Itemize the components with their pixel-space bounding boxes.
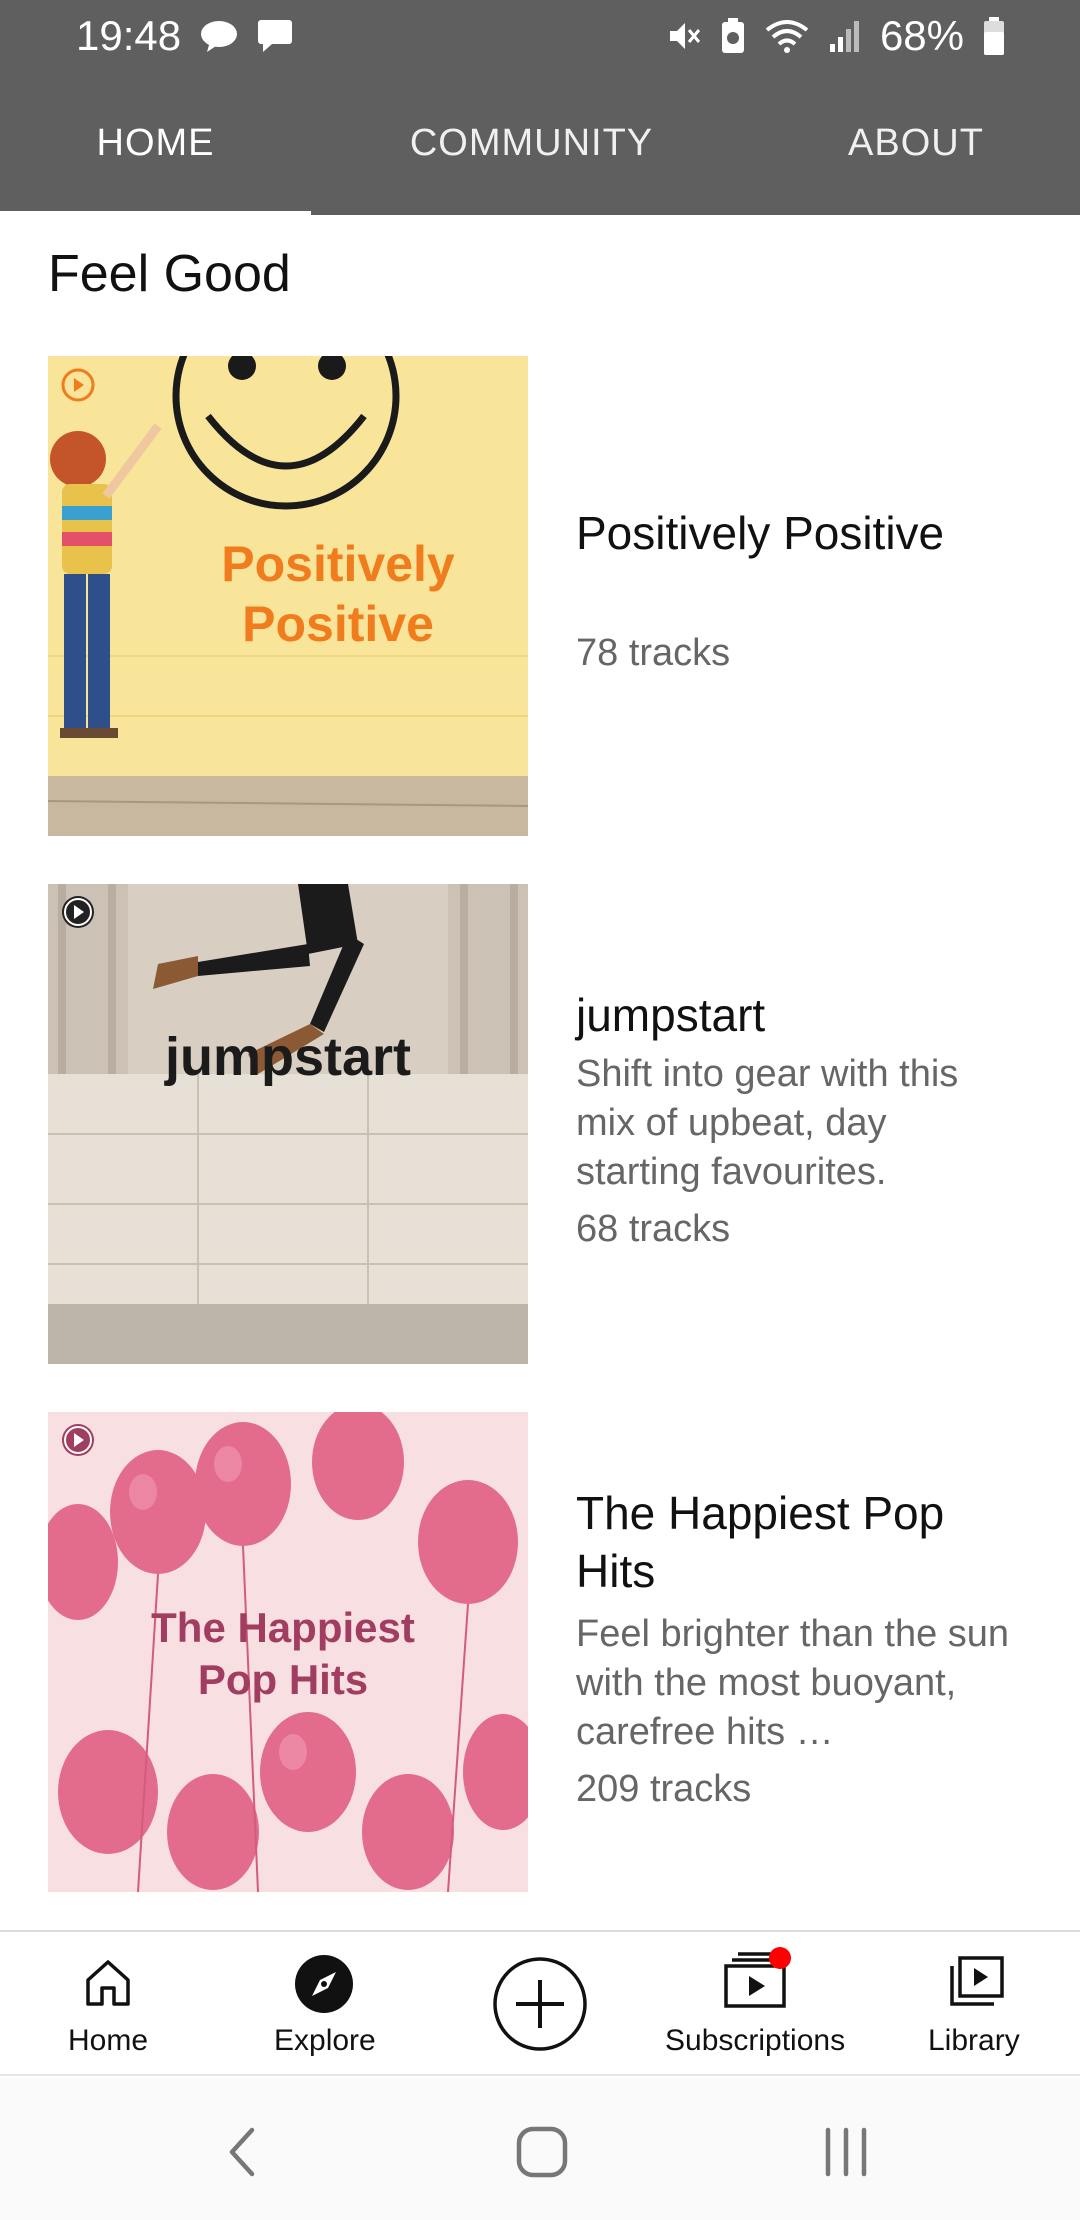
- playlist-info: The Happiest Pop Hits Feel brighter than…: [576, 1412, 1056, 1892]
- wifi-icon: [764, 18, 810, 54]
- tab-community-label: COMMUNITY: [409, 122, 654, 164]
- nav-home[interactable]: Home: [48, 1932, 168, 2078]
- add-icon: [493, 1957, 587, 2051]
- home-icon: [86, 1960, 130, 2006]
- nav-explore-label: Explore: [274, 2024, 376, 2057]
- playlist-item[interactable]: jumpstart jumpstart Shift into gear with…: [48, 884, 1048, 1364]
- playlist-title: jumpstart: [576, 989, 766, 1041]
- nav-subscriptions[interactable]: Subscriptions: [660, 1932, 850, 2078]
- tab-about-label: ABOUT: [848, 122, 984, 164]
- battery-icon: [982, 16, 1006, 56]
- status-time: 19:48: [76, 12, 182, 59]
- channel-tabs: HOME COMMUNITY ABOUT: [0, 72, 1080, 219]
- playlist-track-count: 209 tracks: [576, 1768, 752, 1810]
- battery-percent: 68%: [879, 12, 964, 59]
- status-right: 68%: [666, 12, 1006, 60]
- status-left: 19:48: [76, 12, 293, 60]
- playlist-info: jumpstart Shift into gear with this mix …: [576, 884, 1056, 1364]
- cover-text: jumpstart: [164, 1027, 412, 1087]
- playlist-item[interactable]: The Happiest Pop Hits The Happiest Pop H…: [48, 1412, 1048, 1892]
- active-tab-indicator: [0, 211, 311, 219]
- explore-icon: [295, 1955, 353, 2013]
- message-icon: [257, 19, 293, 53]
- talk-icon: [199, 19, 239, 53]
- playlist-cover[interactable]: Positively Positive: [48, 356, 528, 836]
- tab-home[interactable]: HOME: [0, 72, 311, 219]
- cover-text: Positively Positive: [221, 536, 455, 652]
- nav-library-label: Library: [928, 2024, 1020, 2057]
- cover-text: The Happiest Pop Hits: [151, 1604, 415, 1703]
- playlist-track-count: 68 tracks: [576, 1208, 731, 1250]
- playlist-cover[interactable]: jumpstart: [48, 884, 528, 1364]
- tab-about[interactable]: ABOUT: [752, 72, 1080, 215]
- signal-icon: [828, 18, 862, 54]
- mute-icon: [666, 18, 702, 54]
- playlist-description: Shift into gear with this mix of upbeat,…: [576, 1053, 959, 1193]
- playlist-title: Positively Positive: [576, 507, 945, 559]
- playlist-info: Positively Positive 78 tracks: [576, 356, 1056, 836]
- playlist-cover[interactable]: The Happiest Pop Hits: [48, 1412, 528, 1892]
- nav-create[interactable]: [490, 1932, 590, 2078]
- library-icon: [950, 1956, 1004, 2006]
- back-icon[interactable]: [222, 2124, 262, 2180]
- status-bar: 19:48 68%: [0, 0, 1080, 72]
- section-title: Feel Good: [48, 245, 291, 303]
- playlist-title: The Happiest Pop Hits: [576, 1487, 945, 1597]
- nav-subscriptions-label: Subscriptions: [665, 2024, 846, 2057]
- bottom-navigation: Home Explore Subscriptions Library: [0, 1930, 1080, 2076]
- nav-library[interactable]: Library: [920, 1932, 1030, 2078]
- playlist-description: Feel brighter than the sun with the most…: [576, 1613, 1010, 1753]
- system-navigation-bar: [0, 2078, 1080, 2220]
- nav-home-label: Home: [68, 2024, 149, 2057]
- battery-saver-icon: [720, 17, 746, 55]
- subscriptions-icon: [724, 1947, 791, 2008]
- recents-icon[interactable]: [818, 2124, 874, 2180]
- tab-home-label: HOME: [96, 122, 215, 164]
- tab-community[interactable]: COMMUNITY: [311, 72, 752, 215]
- notification-dot: [769, 1947, 791, 1969]
- playlist-track-count: 78 tracks: [576, 632, 731, 674]
- home-circle-icon[interactable]: [514, 2124, 570, 2180]
- playlist-item[interactable]: Positively Positive Positively Positive …: [48, 356, 1048, 836]
- nav-explore[interactable]: Explore: [262, 1932, 392, 2078]
